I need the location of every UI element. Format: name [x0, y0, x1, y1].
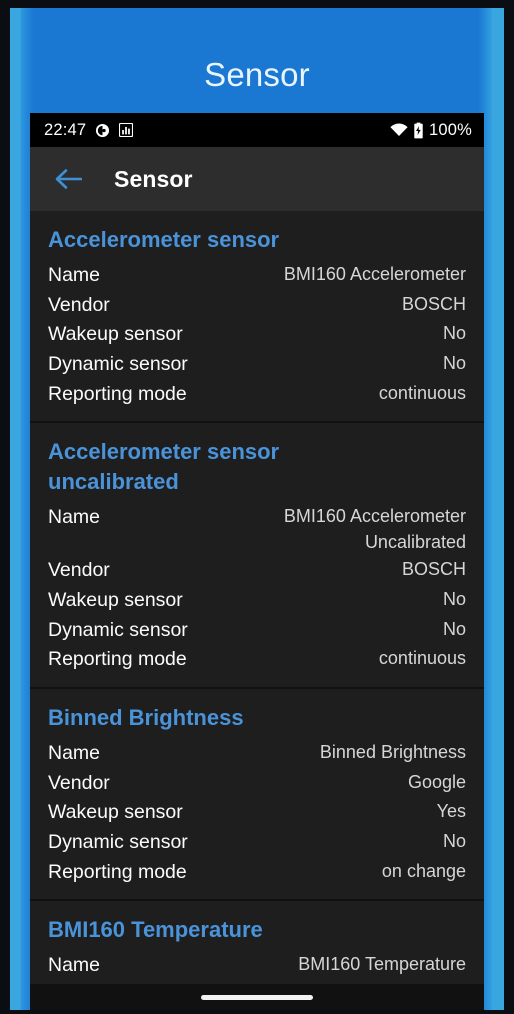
sensor-row: Name Binned Brightness	[48, 739, 466, 769]
sensor-row-label: Dynamic sensor	[48, 618, 188, 641]
sensor-row-value: No	[442, 323, 466, 344]
sensor-row: Dynamic sensor No	[48, 828, 466, 858]
sensor-row-value: No	[442, 352, 466, 373]
sensor-row-label: Reporting mode	[48, 860, 187, 883]
sensor-card[interactable]: BMI160 Temperature Name BMI160 Temperatu…	[30, 901, 484, 984]
sensor-row-label: Reporting mode	[48, 382, 187, 405]
sensor-card[interactable]: Accelerometer sensor uncalibrated Name B…	[30, 423, 484, 689]
sensor-row: Vendor BOSCH	[48, 981, 466, 985]
sensor-row-label: Name	[48, 263, 101, 286]
sensor-row: Reporting mode on change	[48, 858, 466, 888]
app-toolbar: Sensor	[30, 147, 484, 211]
sensor-row-value: BOSCH	[401, 293, 466, 314]
sensor-row-label: Vendor	[48, 293, 110, 316]
sensor-row: Name BMI160 Accelerometer	[48, 261, 466, 291]
sensor-row-value: on change	[381, 860, 466, 881]
sensor-row-label: Name	[48, 506, 101, 529]
sensor-row-value: Yes	[436, 801, 466, 822]
sensor-card[interactable]: Binned Brightness Name Binned Brightness…	[30, 689, 484, 902]
sensor-row-label: Vendor	[48, 559, 110, 582]
sensor-row-label: Wakeup sensor	[48, 323, 183, 346]
sensor-row-value: No	[442, 618, 466, 639]
sensor-card[interactable]: Accelerometer sensor Name BMI160 Acceler…	[30, 211, 484, 424]
status-clock: 22:47	[44, 120, 87, 139]
sensor-row: Reporting mode continuous	[48, 645, 466, 675]
sensor-row-label: Name	[48, 954, 101, 977]
sensor-row-value: BOSCH	[126, 982, 466, 985]
back-arrow-icon[interactable]	[48, 159, 88, 199]
sensor-row-value: Binned Brightness	[319, 741, 466, 762]
sensor-card-title: BMI160 Temperature	[48, 917, 263, 943]
contrast-icon	[95, 123, 110, 138]
sensor-row: Name BMI160 Accelerometer Uncalibrated	[48, 503, 466, 556]
sensor-card-title: Accelerometer sensor uncalibrated	[48, 439, 280, 495]
sensor-row-value: continuous	[378, 648, 466, 669]
sensor-row-label: Dynamic sensor	[48, 830, 188, 853]
status-bar: 22:47 100%	[30, 113, 484, 147]
sensor-row: Name BMI160 Temperature	[48, 951, 466, 981]
bar-chart-icon	[119, 123, 134, 137]
sensor-row-label: Dynamic sensor	[48, 352, 188, 375]
sensor-row-value: BOSCH	[401, 559, 466, 580]
sensor-row-label: Wakeup sensor	[48, 801, 183, 824]
sensor-row-value: No	[442, 588, 466, 609]
navigation-bar	[30, 984, 484, 1010]
wifi-icon	[390, 123, 408, 137]
sensor-row: Wakeup sensor No	[48, 586, 466, 616]
sensor-row-value: continuous	[378, 382, 466, 403]
battery-charging-icon	[413, 122, 424, 139]
sensor-card-title: Accelerometer sensor	[48, 227, 280, 252]
app-backdrop: Sensor 22:47 100% Sensor Accelerometer s…	[10, 8, 504, 1010]
sensor-row-label: Vendor	[48, 771, 110, 794]
sensor-list[interactable]: Accelerometer sensor Name BMI160 Acceler…	[30, 211, 484, 984]
sensor-row-value: BMI160 Accelerometer	[283, 263, 466, 284]
home-indicator[interactable]	[201, 994, 313, 1000]
sensor-row: Vendor Google	[48, 769, 466, 799]
sensor-row-value: Google	[407, 771, 466, 792]
sensor-row-label: Wakeup sensor	[48, 588, 183, 611]
sensor-row: Vendor BOSCH	[48, 556, 466, 586]
sensor-row: Wakeup sensor No	[48, 320, 466, 350]
sensor-row-value: BMI160 Accelerometer Uncalibrated	[283, 506, 466, 552]
status-bar-left: 22:47	[44, 120, 134, 140]
status-bar-right: 100%	[390, 121, 472, 140]
sensor-row: Dynamic sensor No	[48, 350, 466, 380]
device-frame: Sensor 22:47 100% Sensor Accelerometer s…	[0, 0, 514, 1014]
sensor-row: Wakeup sensor Yes	[48, 798, 466, 828]
sensor-row-label: Reporting mode	[48, 648, 187, 671]
sensor-card-title: Binned Brightness	[48, 705, 244, 730]
phone-screen: 22:47 100% Sensor Accelerometer sensor N…	[30, 113, 484, 1010]
sensor-row-value: No	[442, 830, 466, 851]
sensor-row-value: BMI160 Temperature	[298, 954, 466, 975]
battery-percent-label: 100%	[428, 120, 472, 139]
sensor-row: Vendor BOSCH	[48, 291, 466, 321]
sensor-row-label: Vendor	[48, 982, 110, 985]
sensor-row-label: Name	[48, 741, 101, 764]
app-banner-title: Sensor	[204, 56, 310, 93]
sensor-row: Dynamic sensor No	[48, 616, 466, 646]
page-title: Sensor	[114, 165, 193, 192]
sensor-row: Reporting mode continuous	[48, 380, 466, 410]
